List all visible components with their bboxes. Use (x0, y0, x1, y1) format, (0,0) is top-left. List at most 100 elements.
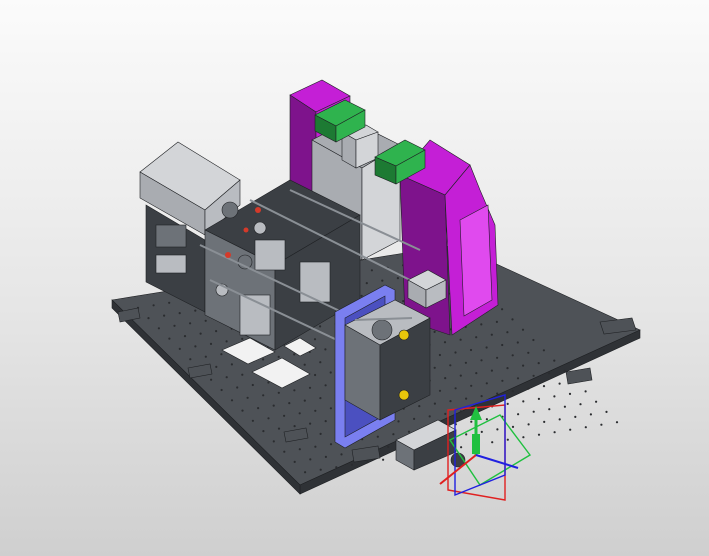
breadboard-hole (225, 340, 228, 343)
breadboard-hole (304, 471, 307, 474)
breadboard-hole (496, 356, 499, 359)
breadboard-hole (522, 364, 525, 367)
breadboard-hole (189, 322, 192, 325)
breadboard-hole (319, 397, 322, 400)
breadboard-hole (157, 327, 160, 330)
breadboard-hole (568, 392, 572, 395)
breadboard-hole (428, 415, 431, 418)
breadboard-hole (469, 348, 473, 352)
breadboard-hole (407, 430, 411, 433)
cad-model-scene[interactable] (0, 0, 709, 556)
breadboard-hole (370, 269, 373, 272)
breadboard-hole (324, 420, 327, 423)
breadboard-hole (548, 408, 551, 411)
breadboard-hole (465, 433, 468, 436)
breadboard-hole (168, 301, 171, 304)
breadboard-hole (230, 399, 234, 402)
breadboard-hole (418, 405, 421, 408)
breadboard-hole (277, 391, 280, 394)
breadboard-hole (230, 363, 233, 366)
breadboard-hole (543, 420, 546, 423)
breadboard-hole (350, 463, 353, 466)
breadboard-hole (490, 369, 493, 372)
breadboard-hole (506, 367, 509, 370)
breadboard-hole (293, 353, 296, 356)
y-axis-marker (472, 434, 480, 454)
breadboard-hole (283, 450, 286, 453)
breadboard-hole (589, 413, 593, 416)
breadboard-hole (527, 351, 530, 354)
breadboard-hole (475, 372, 478, 375)
breadboard-hole (376, 435, 379, 438)
breadboard-hole (225, 376, 228, 379)
breadboard-hole (537, 397, 541, 400)
breadboard-hole (485, 346, 488, 349)
breadboard-hole (262, 358, 265, 361)
breadboard-hole (574, 415, 577, 418)
breadboard-hole (485, 418, 488, 421)
breadboard-hole (204, 319, 207, 322)
breadboard-hole (444, 412, 447, 415)
breadboard-hole (454, 387, 457, 390)
breadboard-hole (527, 423, 530, 426)
breadboard-hole (402, 300, 405, 303)
breadboard-hole (532, 410, 535, 413)
breadboard-hole (397, 420, 400, 423)
breadboard-hole (501, 343, 504, 347)
breadboard-hole (516, 341, 519, 344)
breadboard-hole (517, 413, 520, 416)
cad-viewport[interactable] (0, 0, 709, 556)
breadboard-hole (283, 414, 286, 417)
breadboard-hole (433, 366, 436, 369)
breadboard-hole (470, 384, 473, 387)
breadboard-hole (293, 389, 296, 392)
breadboard-hole (413, 417, 416, 420)
breadboard-hole (537, 362, 540, 365)
breadboard-hole (537, 433, 541, 436)
breadboard-hole (262, 394, 265, 397)
breadboard-hole (319, 432, 322, 435)
breadboard-hole (433, 402, 436, 405)
breadboard-hole (595, 400, 598, 403)
breadboard-hole (605, 410, 608, 413)
breadboard-hole (516, 377, 520, 380)
breadboard-hole (298, 448, 301, 451)
breadboard-hole (584, 390, 587, 393)
breadboard-hole (511, 354, 514, 357)
breadboard-hole (563, 369, 566, 372)
breadboard-hole (460, 446, 463, 449)
breadboard-hole (470, 420, 473, 423)
breadboard-hole (506, 438, 509, 441)
breadboard-hole (501, 308, 504, 311)
breadboard-hole (563, 405, 567, 408)
breadboard-hole (163, 314, 166, 317)
breadboard-hole (584, 426, 587, 429)
breadboard-hole (527, 387, 530, 390)
breadboard-hole (324, 348, 327, 351)
breadboard-hole (220, 353, 223, 356)
breadboard-hole (215, 365, 218, 368)
breadboard-hole (381, 279, 384, 282)
breadboard-hole (272, 404, 275, 407)
breadboard-hole (298, 412, 301, 415)
breadboard-hole (246, 396, 249, 399)
breadboard-hole (480, 430, 483, 433)
breadboard-hole (495, 320, 498, 323)
breadboard-hole (267, 381, 270, 384)
breadboard-hole (241, 373, 244, 376)
breadboard-hole (464, 361, 467, 364)
breadboard-hole (199, 332, 202, 335)
breadboard-hole (309, 458, 312, 461)
breadboard-hole (465, 397, 468, 400)
breadboard-hole (215, 330, 218, 333)
breadboard-hole (438, 389, 442, 392)
breadboard-hole (262, 430, 265, 433)
breadboard-hole (251, 383, 254, 387)
breadboard-hole (501, 379, 504, 382)
breadboard-hole (314, 445, 317, 448)
breadboard-hole (443, 341, 447, 344)
breadboard-hole (553, 431, 556, 434)
breadboard-hole (521, 328, 525, 331)
breadboard-hole (340, 453, 343, 456)
breadboard-hole (569, 428, 572, 431)
